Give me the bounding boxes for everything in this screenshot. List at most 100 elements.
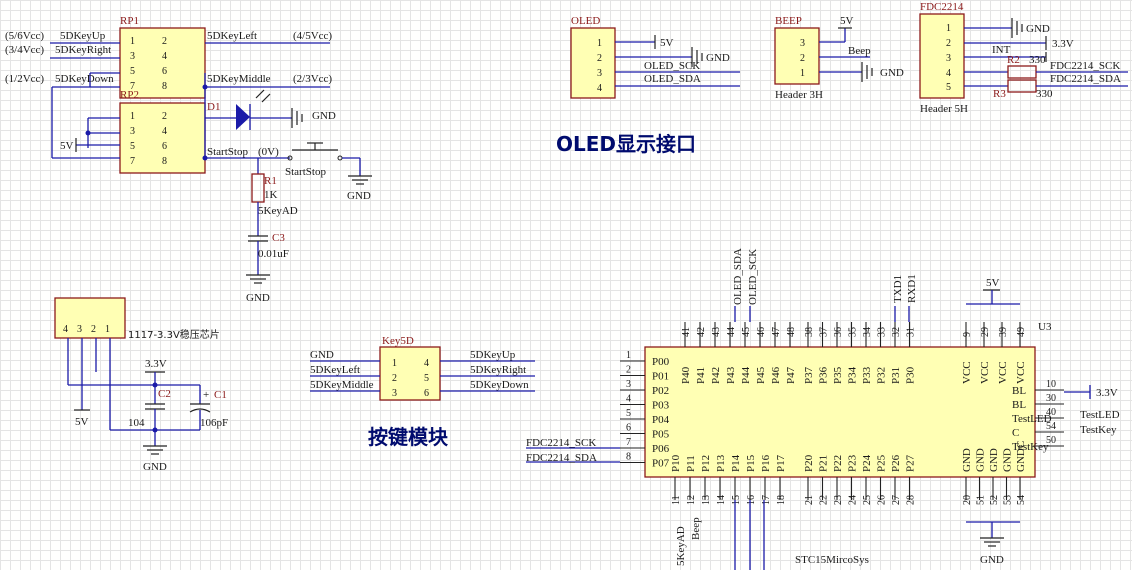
net-3-4vcc: (3/4Vcc) (5, 44, 44, 56)
net-5v-oled: 5V (660, 37, 674, 49)
u3-pin-23-number: 23 (833, 495, 844, 505)
c2-capacitor[interactable]: C2 104 (128, 385, 171, 430)
u3-pin-33-number: 33 (877, 327, 888, 337)
net-gnd-key5d: GND (310, 349, 334, 361)
svg-text:1: 1 (130, 111, 135, 122)
u3-pin-50-name: TestKey (1012, 441, 1049, 453)
svg-text:6: 6 (162, 66, 167, 77)
key5d-connector[interactable]: Key5D 1 2 3 4 5 6 (379, 335, 441, 401)
c3-capacitor[interactable]: C3 0.01uF GND (246, 232, 289, 304)
u3-pin-36-number: 36 (833, 327, 844, 337)
svg-text:2: 2 (946, 38, 951, 49)
u3-pin-42-number: 42 (696, 327, 707, 337)
u3-pin-37-number: 37 (819, 327, 830, 337)
u3-pin-22-name: P21 (818, 455, 830, 472)
net-oled-sck-u3: OLED_SCK (747, 249, 759, 305)
c2-designator: C2 (158, 388, 171, 400)
u3-pin-16-number: 16 (746, 495, 757, 505)
net-gnd-c3: GND (246, 292, 270, 304)
beep-connector[interactable]: BEEP 3 2 1 Header 3H (774, 15, 823, 101)
u3-pin-53-number: 53 (1003, 495, 1014, 505)
u3-pin-51-number: 51 (976, 495, 987, 505)
u3-pin-31-name: P30 (905, 366, 917, 384)
svg-text:4: 4 (63, 324, 68, 335)
u3-pin-29-name: VCC (979, 361, 991, 384)
u3-pin-38-number: 38 (804, 327, 815, 337)
u3-pin-18-number: 18 (776, 495, 787, 505)
startstop-label: StartStop (285, 166, 326, 178)
r1-value: 1K (264, 189, 278, 201)
u3-pin-51-name: GND (975, 448, 987, 472)
u3-pin-44-name: P43 (725, 366, 737, 384)
u3-pin-4-name: P03 (652, 400, 670, 412)
regulator-1117[interactable]: 4 3 2 1 1117-3.3V稳压芯片 (54, 297, 220, 341)
net-0v: (0V) (258, 146, 279, 158)
startstop-switch[interactable]: StartStop GND (285, 142, 372, 202)
net-gnd-switch: GND (347, 190, 371, 202)
svg-text:2: 2 (91, 324, 96, 335)
u3-pin-4-number: 4 (626, 394, 631, 405)
u3-pin-54-name: C (1012, 427, 1019, 439)
r3-designator: R3 (993, 88, 1006, 100)
svg-text:8: 8 (162, 156, 167, 167)
u3-pin-43-number: 43 (711, 327, 722, 337)
svg-text:3: 3 (130, 126, 135, 137)
u3-pin-20-number: 20 (962, 495, 973, 505)
schematic-canvas: RP1 1 3 5 7 2 4 6 8 RP2 1 3 5 7 2 4 6 8 … (5, 1, 1128, 570)
svg-text:4: 4 (162, 126, 167, 137)
c1-capacitor[interactable]: + C1 106pF (189, 385, 228, 430)
u3-pin-24-number: 24 (848, 495, 859, 505)
net-5dkeyleft-rp1: 5DKeyLeft (207, 30, 257, 42)
rp2-resistor-pack[interactable]: RP2 1 3 5 7 2 4 6 8 (119, 89, 206, 174)
u3-pin-17-number: 17 (761, 495, 772, 505)
u3-pin-8-name: P07 (652, 458, 670, 470)
svg-text:5: 5 (424, 373, 429, 384)
net-beep-u3: Beep (690, 517, 702, 540)
u3-pin-27-number: 27 (891, 495, 902, 505)
net-5v-beep: 5V (840, 15, 854, 27)
u3-pin-46-number: 46 (756, 327, 767, 337)
u3-pin-52-number: 52 (989, 495, 1000, 505)
u3-pin-35-number: 35 (848, 327, 859, 337)
rp1-resistor-pack[interactable]: RP1 1 3 5 7 2 4 6 8 (119, 15, 206, 99)
net-fdc2214-sck: FDC2214_SCK (1050, 60, 1120, 72)
u3-pin-47-name: P46 (770, 366, 782, 384)
u3-pin-44-number: 44 (726, 327, 737, 337)
net-txd1: TXD1 (892, 275, 904, 303)
net-fdc2214-sck-u3: FDC2214_SCK (526, 437, 596, 449)
heading-key-module: 按键模块 (368, 425, 449, 449)
svg-text:1: 1 (597, 38, 602, 49)
u3-pin-54-number: 54 (1046, 421, 1056, 432)
u3-pin-15-name: P14 (730, 454, 742, 472)
svg-text:5: 5 (130, 66, 135, 77)
u3-pin-45-number: 45 (741, 327, 752, 337)
fdc2214-connector[interactable]: FDC2214 1 2 3 4 5 Header 5H (919, 1, 968, 115)
svg-text:1: 1 (800, 68, 805, 79)
net-5dkeyright-key5d: 5DKeyRight (470, 364, 526, 376)
u3-pin-3-name: P02 (652, 385, 669, 397)
u3-pin-25-name: P24 (861, 454, 873, 472)
net-5dkeyup-key5d: 5DKeyUp (470, 349, 516, 361)
u3-pin-9-number: 9 (962, 332, 973, 337)
u3-pin-14-name: P13 (715, 454, 727, 472)
r1-designator: R1 (264, 175, 277, 187)
svg-text:3: 3 (77, 324, 82, 335)
u3-pin-16-name: P15 (745, 454, 757, 472)
u3-pin-48-name: P47 (785, 366, 797, 384)
net-gnd-d1: GND (312, 110, 336, 122)
net-5dkeyup-rp1: 5DKeyUp (60, 30, 106, 42)
net-gnd-fdc: GND (1026, 23, 1050, 35)
u3-pin-2-name: P01 (652, 371, 669, 383)
u3-pin-30-name: BL (1012, 399, 1026, 411)
u3-pin-6-number: 6 (626, 423, 631, 434)
svg-text:1: 1 (130, 36, 135, 47)
u3-pin-9-name: VCC (961, 361, 973, 384)
net-oled-sda: OLED_SDA (644, 73, 701, 85)
beep-designator: BEEP (775, 15, 802, 27)
d1-led[interactable]: D1 GND (207, 89, 336, 130)
u3-pin-38-name: P37 (803, 366, 815, 384)
oled-connector[interactable]: OLED 1 2 3 4 (570, 15, 616, 99)
u3-pin-45-name: P44 (740, 366, 752, 384)
u3-pin-28-number: 28 (906, 495, 917, 505)
u3-pin-7-number: 7 (626, 437, 631, 448)
